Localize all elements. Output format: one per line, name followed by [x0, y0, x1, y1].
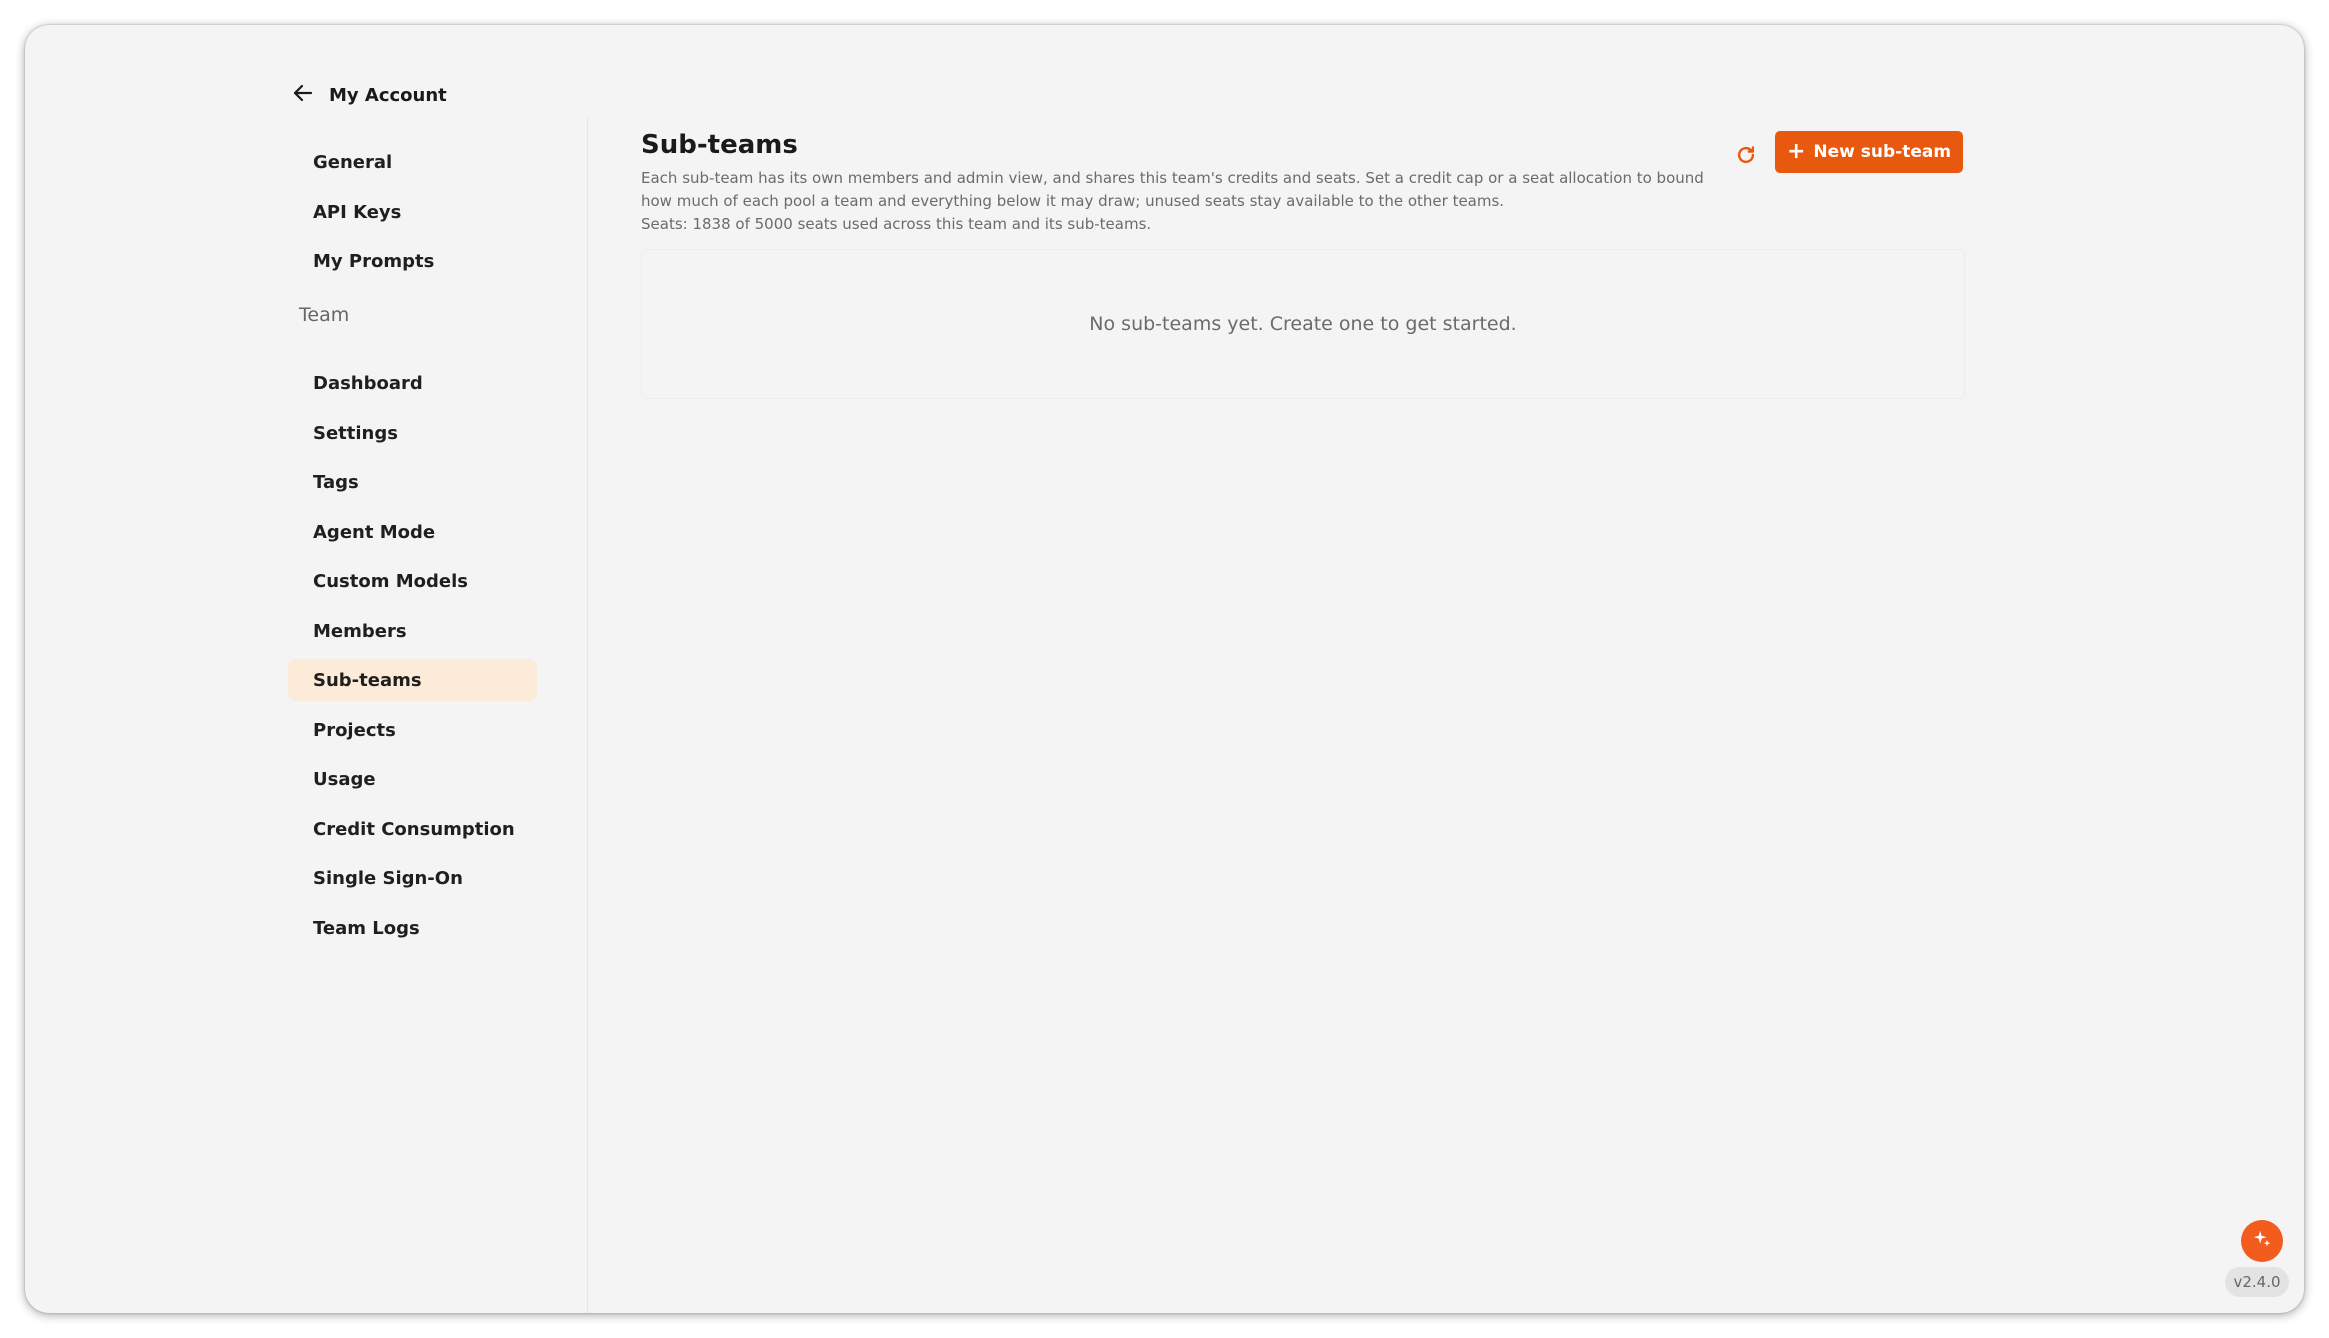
sidebar-item-team-logs[interactable]: Team Logs [288, 907, 537, 949]
sidebar-item-label: API Keys [313, 201, 402, 223]
sidebar-item-label: Credit Consumption [313, 818, 515, 840]
refresh-icon [1735, 144, 1757, 170]
description-line: how much of each pool a team and everyth… [641, 192, 1505, 210]
sidebar-item-dashboard[interactable]: Dashboard [288, 362, 537, 404]
seats-usage-text: Seats: 1838 of 5000 seats used across th… [641, 215, 1152, 233]
sidebar-item-credit-consumption[interactable]: Credit Consumption [288, 808, 537, 850]
arrow-left-icon [291, 81, 315, 109]
new-sub-team-label: New sub-team [1813, 142, 1952, 162]
sidebar-item-label: Usage [313, 768, 376, 790]
empty-state-card: No sub-teams yet. Create one to get star… [641, 249, 1965, 399]
app-window: My Account General API Keys My Prompts T… [25, 25, 2304, 1313]
page-description: Each sub-team has its own members and ad… [641, 167, 1721, 236]
back-link-label: My Account [329, 84, 447, 106]
sidebar-item-label: Sub-teams [313, 669, 422, 691]
back-to-my-account-link[interactable]: My Account [291, 71, 447, 119]
sidebar-divider [587, 117, 588, 1313]
sidebar-item-label: Tags [313, 471, 359, 493]
new-sub-team-button[interactable]: + New sub-team [1775, 131, 1963, 173]
sidebar-item-tags[interactable]: Tags [288, 461, 537, 503]
sidebar-item-usage[interactable]: Usage [288, 758, 537, 800]
sidebar-item-label: General [313, 151, 393, 173]
assistant-button[interactable] [2241, 1220, 2283, 1262]
sidebar-item-label: Members [313, 620, 407, 642]
sidebar-item-my-prompts[interactable]: My Prompts [288, 240, 537, 282]
sidebar-item-single-sign-on[interactable]: Single Sign-On [288, 857, 537, 899]
sidebar-item-label: Custom Models [313, 570, 468, 592]
sidebar-item-projects[interactable]: Projects [288, 709, 537, 751]
sidebar-item-sub-teams[interactable]: Sub-teams [288, 659, 537, 701]
sidebar-section-team: Team [299, 304, 350, 326]
sidebar-item-label: Dashboard [313, 372, 423, 394]
sidebar-item-label: Single Sign-On [313, 867, 463, 889]
sidebar-item-custom-models[interactable]: Custom Models [288, 560, 537, 602]
version-badge: v2.4.0 [2225, 1267, 2289, 1297]
page-title: Sub-teams [641, 130, 798, 160]
sidebar-item-agent-mode[interactable]: Agent Mode [288, 511, 537, 553]
sidebar-item-label: Team Logs [313, 917, 420, 939]
sidebar-item-label: Agent Mode [313, 521, 436, 543]
description-line: Each sub-team has its own members and ad… [641, 169, 1704, 187]
sidebar-item-label: Settings [313, 422, 398, 444]
refresh-button[interactable] [1728, 139, 1764, 175]
plus-icon: + [1786, 139, 1806, 164]
sidebar-item-members[interactable]: Members [288, 610, 537, 652]
sidebar-item-api-keys[interactable]: API Keys [288, 191, 537, 233]
sidebar-item-general[interactable]: General [288, 141, 537, 183]
empty-state-message: No sub-teams yet. Create one to get star… [1089, 313, 1517, 335]
sparkle-icon [2251, 1228, 2273, 1254]
sidebar-item-settings[interactable]: Settings [288, 412, 537, 454]
sidebar-item-label: My Prompts [313, 250, 435, 272]
sidebar-item-label: Projects [313, 719, 396, 741]
